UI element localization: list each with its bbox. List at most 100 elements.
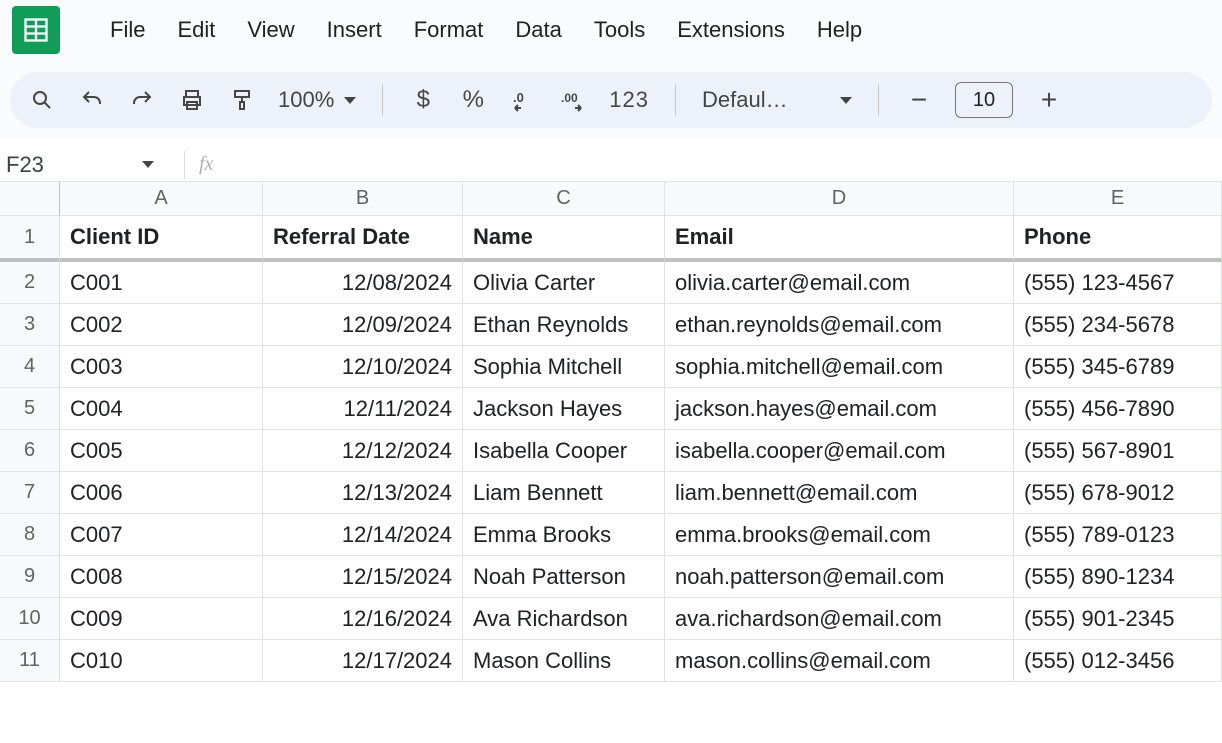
row-header[interactable]: 3 xyxy=(0,304,60,346)
sheets-logo-icon[interactable] xyxy=(12,6,60,54)
cell[interactable]: Ethan Reynolds xyxy=(463,304,665,346)
cell[interactable]: C008 xyxy=(60,556,263,598)
column-header-b[interactable]: B xyxy=(263,182,463,216)
font-size-input[interactable]: 10 xyxy=(955,82,1013,118)
column-header-e[interactable]: E xyxy=(1014,182,1222,216)
name-box[interactable]: F23 xyxy=(0,152,170,178)
cell[interactable]: (555) 345-6789 xyxy=(1014,346,1222,388)
cell[interactable]: Sophia Mitchell xyxy=(463,346,665,388)
header-cell[interactable]: Email xyxy=(665,216,1014,262)
menu-file[interactable]: File xyxy=(108,13,147,47)
cell[interactable]: mason.collins@email.com xyxy=(665,640,1014,682)
column-header-a[interactable]: A xyxy=(60,182,263,216)
cell[interactable]: C004 xyxy=(60,388,263,430)
cell[interactable]: isabella.cooper@email.com xyxy=(665,430,1014,472)
row-header[interactable]: 5 xyxy=(0,388,60,430)
cell[interactable]: (555) 123-4567 xyxy=(1014,262,1222,304)
cell[interactable]: 12/10/2024 xyxy=(263,346,463,388)
more-formats-button[interactable]: 123 xyxy=(609,84,649,116)
decrease-font-size-button[interactable]: − xyxy=(905,84,933,116)
cell[interactable]: emma.brooks@email.com xyxy=(665,514,1014,556)
cell[interactable]: Jackson Hayes xyxy=(463,388,665,430)
cell[interactable]: C003 xyxy=(60,346,263,388)
cell[interactable]: C010 xyxy=(60,640,263,682)
search-icon[interactable] xyxy=(28,84,56,116)
row-header[interactable]: 4 xyxy=(0,346,60,388)
increase-decimal-icon[interactable]: .00 xyxy=(559,84,587,116)
cell[interactable]: sophia.mitchell@email.com xyxy=(665,346,1014,388)
menu-format[interactable]: Format xyxy=(412,13,486,47)
paint-format-icon[interactable] xyxy=(228,84,256,116)
row-header[interactable]: 6 xyxy=(0,430,60,472)
cell[interactable]: ava.richardson@email.com xyxy=(665,598,1014,640)
header-cell[interactable]: Client ID xyxy=(60,216,263,262)
cell[interactable]: liam.bennett@email.com xyxy=(665,472,1014,514)
header-cell[interactable]: Phone xyxy=(1014,216,1222,262)
cell[interactable]: (555) 567-8901 xyxy=(1014,430,1222,472)
cell[interactable]: ethan.reynolds@email.com xyxy=(665,304,1014,346)
spreadsheet-grid[interactable]: A B C D E 1Client IDReferral DateNameEma… xyxy=(0,182,1222,682)
format-currency-button[interactable]: $ xyxy=(409,84,437,116)
menu-extensions[interactable]: Extensions xyxy=(675,13,787,47)
redo-icon[interactable] xyxy=(128,84,156,116)
cell[interactable]: (555) 012-3456 xyxy=(1014,640,1222,682)
cell[interactable]: C001 xyxy=(60,262,263,304)
cell[interactable]: 12/11/2024 xyxy=(263,388,463,430)
cell[interactable]: 12/13/2024 xyxy=(263,472,463,514)
font-family-select[interactable]: Defaul… xyxy=(702,87,852,113)
cell[interactable]: Isabella Cooper xyxy=(463,430,665,472)
menu-help[interactable]: Help xyxy=(815,13,864,47)
cell[interactable]: (555) 901-2345 xyxy=(1014,598,1222,640)
cell[interactable]: C002 xyxy=(60,304,263,346)
cell[interactable]: jackson.hayes@email.com xyxy=(665,388,1014,430)
cell[interactable]: Emma Brooks xyxy=(463,514,665,556)
format-percent-button[interactable]: % xyxy=(459,84,487,116)
row-header[interactable]: 10 xyxy=(0,598,60,640)
cell[interactable]: C009 xyxy=(60,598,263,640)
column-header-c[interactable]: C xyxy=(463,182,665,216)
cell[interactable]: 12/17/2024 xyxy=(263,640,463,682)
cell[interactable]: 12/09/2024 xyxy=(263,304,463,346)
cell[interactable]: C006 xyxy=(60,472,263,514)
cell[interactable]: 12/16/2024 xyxy=(263,598,463,640)
header-cell[interactable]: Referral Date xyxy=(263,216,463,262)
cell[interactable]: Noah Patterson xyxy=(463,556,665,598)
cell[interactable]: Olivia Carter xyxy=(463,262,665,304)
toolbar-divider xyxy=(878,84,879,116)
menu-tools[interactable]: Tools xyxy=(592,13,647,47)
cell[interactable]: (555) 456-7890 xyxy=(1014,388,1222,430)
column-header-d[interactable]: D xyxy=(665,182,1014,216)
menu-edit[interactable]: Edit xyxy=(175,13,217,47)
increase-font-size-button[interactable]: + xyxy=(1035,84,1063,116)
cell[interactable]: (555) 789-0123 xyxy=(1014,514,1222,556)
cell[interactable]: 12/15/2024 xyxy=(263,556,463,598)
undo-icon[interactable] xyxy=(78,84,106,116)
decrease-decimal-icon[interactable]: .0 xyxy=(509,84,537,116)
menu-insert[interactable]: Insert xyxy=(325,13,384,47)
cell[interactable]: 12/08/2024 xyxy=(263,262,463,304)
row-header[interactable]: 2 xyxy=(0,262,60,304)
zoom-select[interactable]: 100% xyxy=(278,87,356,113)
row-header[interactable]: 11 xyxy=(0,640,60,682)
cell[interactable]: (555) 678-9012 xyxy=(1014,472,1222,514)
cell[interactable]: olivia.carter@email.com xyxy=(665,262,1014,304)
print-icon[interactable] xyxy=(178,84,206,116)
menu-view[interactable]: View xyxy=(245,13,296,47)
cell[interactable]: (555) 890-1234 xyxy=(1014,556,1222,598)
cell[interactable]: 12/12/2024 xyxy=(263,430,463,472)
cell[interactable]: C005 xyxy=(60,430,263,472)
menu-data[interactable]: Data xyxy=(513,13,563,47)
cell[interactable]: noah.patterson@email.com xyxy=(665,556,1014,598)
row-header[interactable]: 7 xyxy=(0,472,60,514)
row-header[interactable]: 1 xyxy=(0,216,60,262)
cell[interactable]: Ava Richardson xyxy=(463,598,665,640)
select-all-corner[interactable] xyxy=(0,182,60,216)
row-header[interactable]: 9 xyxy=(0,556,60,598)
cell[interactable]: C007 xyxy=(60,514,263,556)
cell[interactable]: Liam Bennett xyxy=(463,472,665,514)
cell[interactable]: 12/14/2024 xyxy=(263,514,463,556)
cell[interactable]: (555) 234-5678 xyxy=(1014,304,1222,346)
row-header[interactable]: 8 xyxy=(0,514,60,556)
cell[interactable]: Mason Collins xyxy=(463,640,665,682)
header-cell[interactable]: Name xyxy=(463,216,665,262)
